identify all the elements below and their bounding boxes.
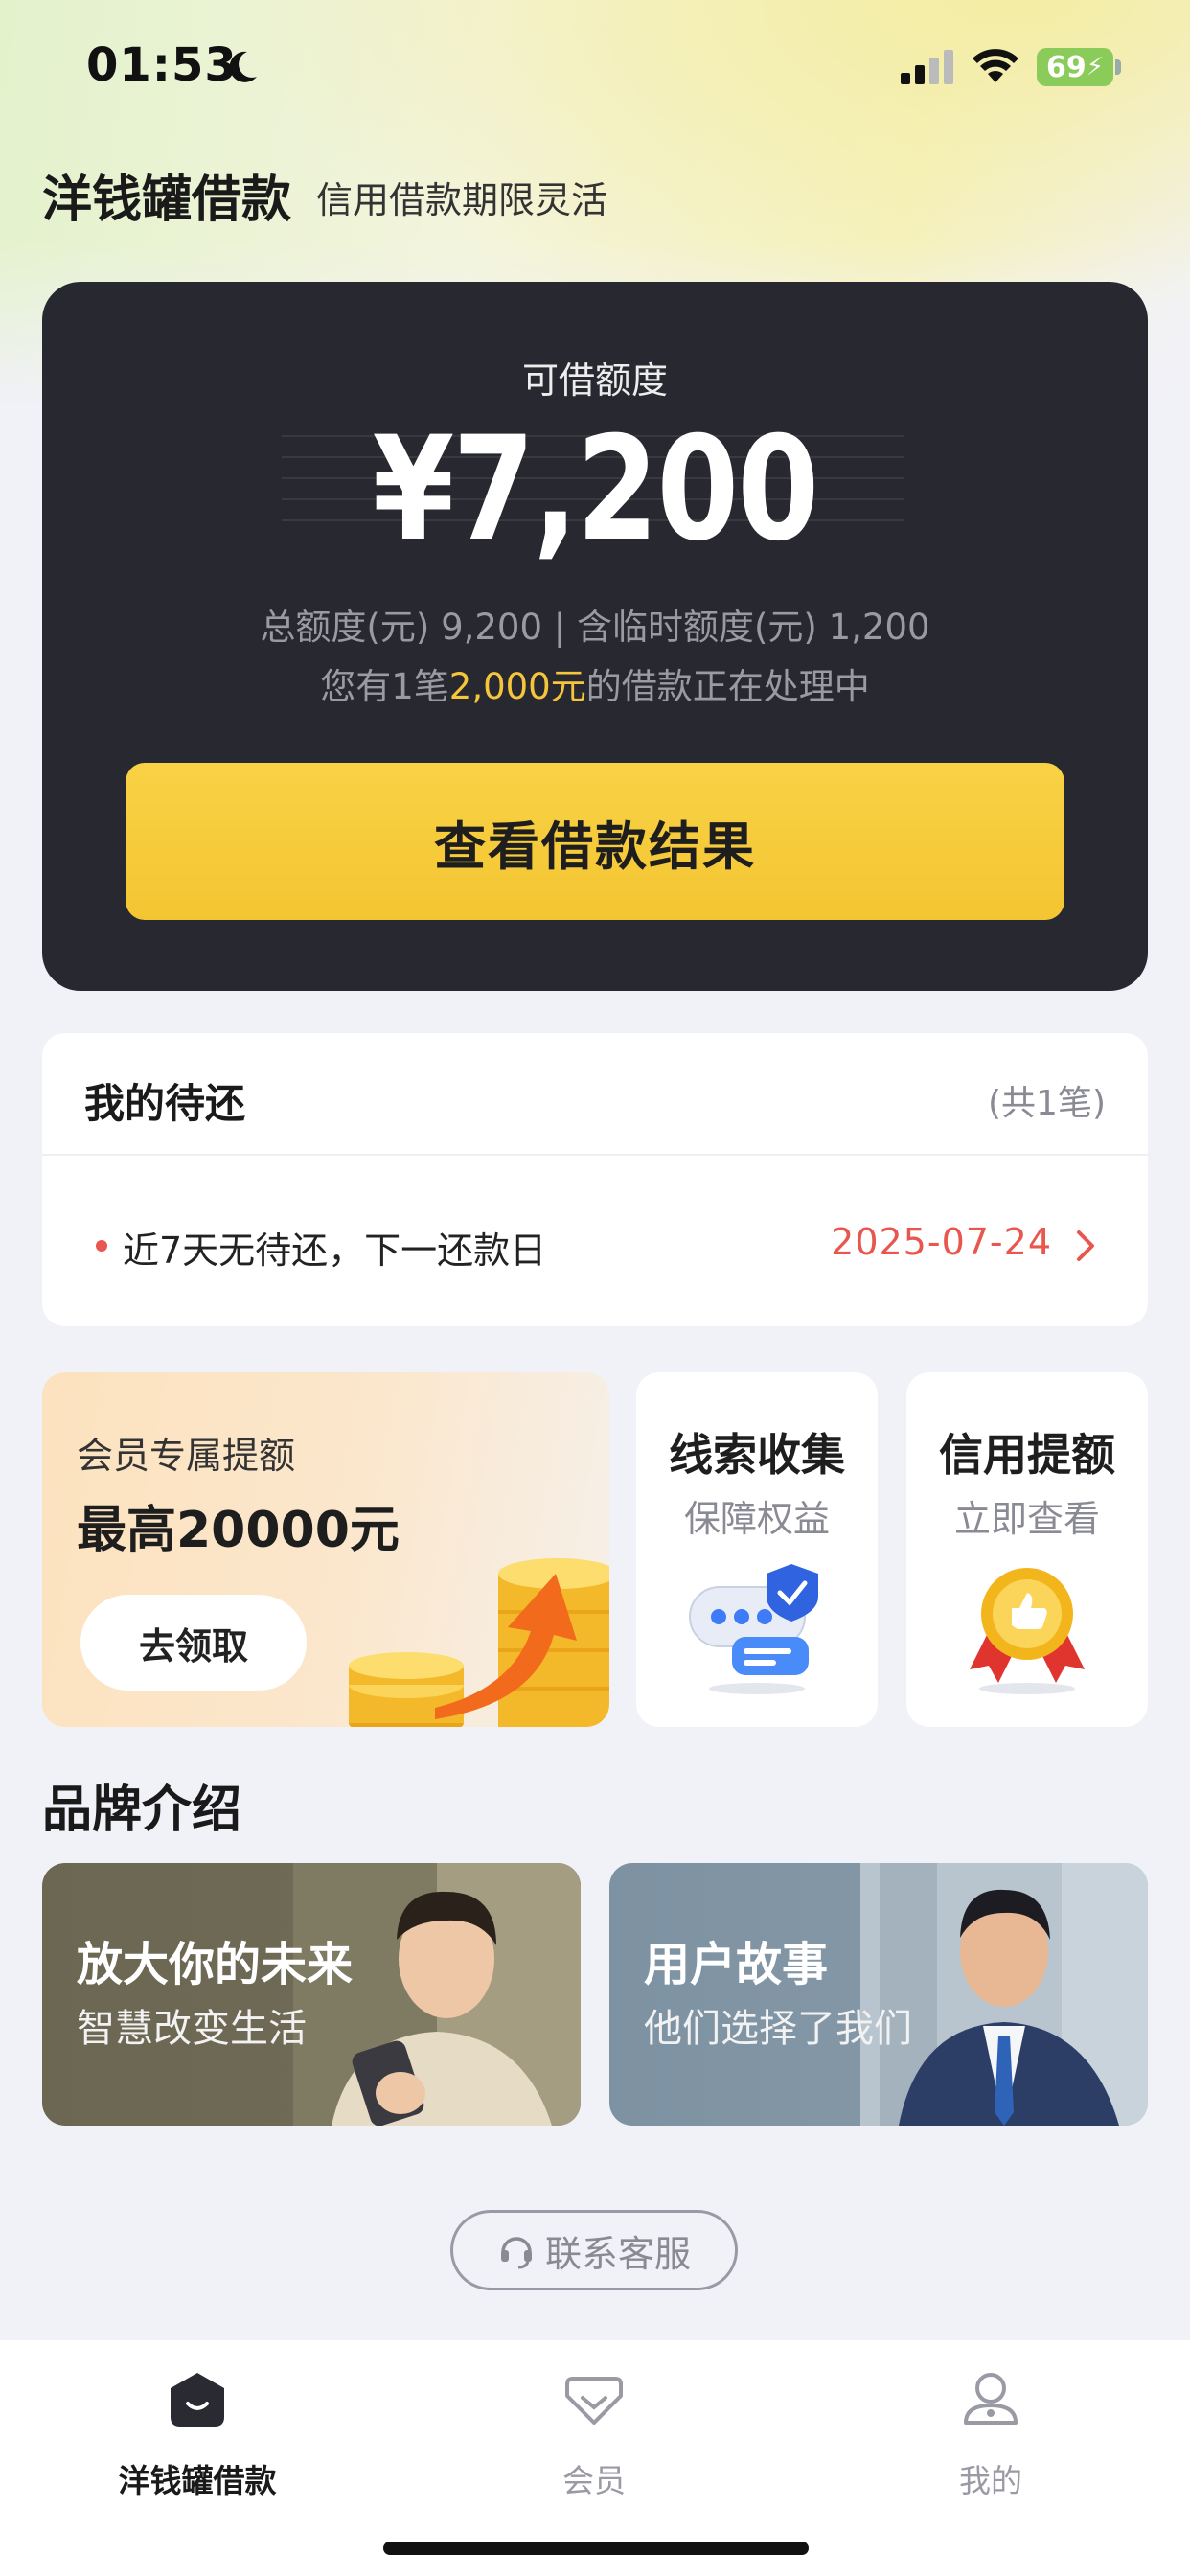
brand-card-future[interactable]: 放大你的未来 智慧改变生活 [42, 1863, 581, 2126]
claim-button[interactable]: 去领取 [80, 1595, 307, 1690]
home-tab-icon [171, 2373, 224, 2426]
brand-card-title: 用户故事 [644, 1938, 829, 1991]
tab-label: 我的 [959, 2462, 1022, 2499]
battery-indicator: 69 ⚡ [1037, 48, 1113, 86]
repayment-count: (共1笔) [988, 1084, 1106, 1123]
credit-limit-label: 可借额度 [521, 359, 668, 402]
moon-icon [229, 51, 257, 82]
contact-service-button[interactable]: 联系客服 [450, 2210, 738, 2290]
clue-tile-subtitle: 保障权益 [683, 1498, 830, 1540]
credit-raise-subtitle: 立即查看 [953, 1498, 1100, 1540]
repayment-card[interactable]: 我的待还 (共1笔) 近7天无待还，下一还款日 2025-07-24 [42, 1033, 1148, 1326]
chevron-right-icon[interactable] [1073, 1229, 1098, 1263]
brand-intro-heading: 品牌介绍 [42, 1782, 242, 1839]
credit-amount: ¥7,200 [372, 406, 819, 573]
clue-tile-title: 线索收集 [669, 1429, 845, 1481]
tab-loan[interactable]: 洋钱罐借款 [73, 2369, 322, 2513]
clue-collection-tile[interactable]: 线索收集 保障权益 [636, 1372, 878, 1727]
home-indicator [383, 2542, 809, 2555]
bullet-dot [96, 1240, 107, 1252]
brand-card-subtitle: 他们选择了我们 [644, 2007, 912, 2051]
medal-icon [970, 1568, 1085, 1694]
profile-icon [964, 2373, 1018, 2425]
member-limit-tile[interactable]: 会员专属提额 最高20000元 去领取 [42, 1372, 609, 1727]
chat-bubble-shield-icon [689, 1564, 818, 1694]
member-diamond-icon [565, 2377, 623, 2425]
check-loan-result-button[interactable]: 查看借款结果 [126, 763, 1064, 920]
credit-total-line: 总额度(元) 9,200 | 含临时额度(元) 1,200 [260, 607, 930, 648]
tab-label: 洋钱罐借款 [118, 2462, 277, 2499]
brand-card-user-story[interactable]: 用户故事 他们选择了我们 [609, 1863, 1148, 2126]
member-tile-subtitle: 会员专属提额 [77, 1435, 296, 1477]
brand-card-subtitle: 智慧改变生活 [77, 2007, 307, 2051]
next-repayment-date[interactable]: 2025-07-24 [831, 1221, 1052, 1263]
pending-loan-notice: 您有1笔2,000元的借款正在处理中 [42, 657, 1148, 709]
pending-prefix: 您有1笔 [320, 666, 449, 707]
status-time: 01:53 [86, 38, 238, 92]
signal-icon [901, 50, 953, 84]
brand-card-title: 放大你的未来 [77, 1938, 354, 1991]
coins-arrow-illustration [349, 1558, 609, 1727]
app-slogan: 信用借款期限灵活 [316, 179, 608, 221]
pending-suffix: 的借款正在处理中 [585, 666, 870, 707]
credit-card: 可借额度 ¥7,200 总额度(元) 9,200 | 含临时额度(元) 1,20… [42, 282, 1148, 991]
tab-mine[interactable]: 我的 [866, 2369, 1115, 2513]
tab-label: 会员 [562, 2462, 626, 2499]
credit-raise-title: 信用提额 [939, 1429, 1115, 1481]
credit-raise-tile[interactable]: 信用提额 立即查看 [906, 1372, 1148, 1727]
app-title: 洋钱罐借款 [42, 172, 292, 229]
pending-amount: 2,000元 [448, 666, 586, 707]
repayment-title: 我的待还 [84, 1080, 246, 1127]
contact-service-label: 联系客服 [544, 2232, 691, 2275]
battery-tip [1115, 59, 1121, 75]
divider [42, 1154, 1148, 1156]
businessman-photo [860, 1863, 1148, 2126]
wifi-icon [973, 49, 1018, 82]
tab-member[interactable]: 会员 [469, 2369, 719, 2513]
man-with-phone-photo [293, 1863, 581, 2126]
repayment-status-text: 近7天无待还，下一还款日 [123, 1230, 547, 1272]
headset-icon [500, 2237, 532, 2269]
